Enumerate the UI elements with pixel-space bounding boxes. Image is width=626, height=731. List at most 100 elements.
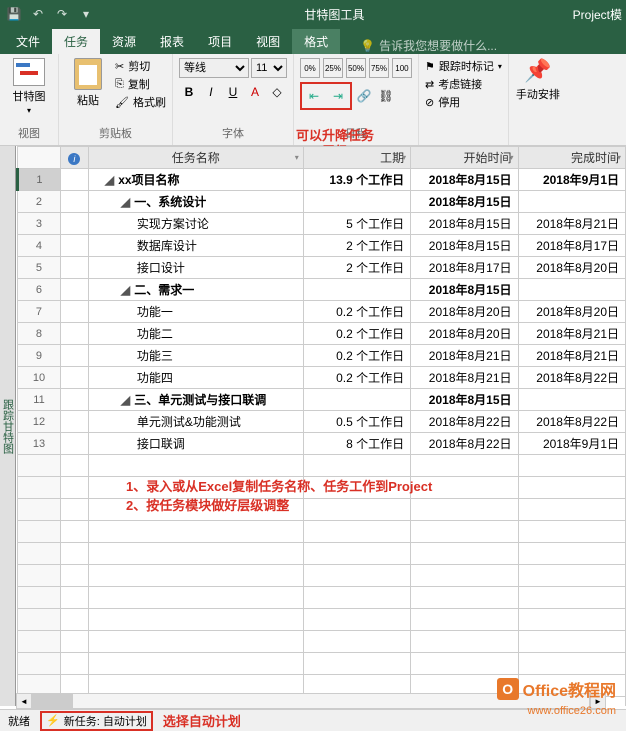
info-cell[interactable] (60, 169, 88, 191)
row-number[interactable]: 7 (18, 301, 61, 323)
start-cell[interactable]: 2018年8月22日 (411, 411, 518, 433)
col-duration[interactable]: 工期▾ (303, 147, 410, 169)
save-icon[interactable]: 💾 (4, 4, 24, 24)
table-row-empty[interactable] (18, 521, 626, 543)
row-number[interactable]: 11 (18, 389, 61, 411)
task-name-cell[interactable]: 功能三 (88, 345, 303, 367)
finish-cell[interactable]: 2018年8月21日 (518, 323, 625, 345)
table-row[interactable]: 12单元测试&功能测试0.5 个工作日2018年8月22日2018年8月22日 (18, 411, 626, 433)
row-number[interactable]: 12 (18, 411, 61, 433)
view-side-label[interactable]: 跟踪甘特图 (0, 146, 16, 706)
row-number[interactable]: 10 (18, 367, 61, 389)
underline-button[interactable]: U (223, 82, 243, 102)
tab-resource[interactable]: 资源 (100, 29, 148, 54)
table-row-empty[interactable] (18, 609, 626, 631)
duration-cell[interactable]: 0.2 个工作日 (303, 367, 410, 389)
start-cell[interactable]: 2018年8月15日 (411, 235, 518, 257)
duration-cell[interactable]: 0.2 个工作日 (303, 323, 410, 345)
finish-cell[interactable]: 2018年8月21日 (518, 213, 625, 235)
start-cell[interactable]: 2018年8月15日 (411, 191, 518, 213)
task-name-cell[interactable]: 功能一 (88, 301, 303, 323)
start-cell[interactable]: 2018年8月20日 (411, 323, 518, 345)
row-number[interactable]: 1 (18, 169, 61, 191)
row-number[interactable]: 13 (18, 433, 61, 455)
info-cell[interactable] (60, 367, 88, 389)
start-cell[interactable]: 2018年8月20日 (411, 301, 518, 323)
table-row[interactable]: 10功能四0.2 个工作日2018年8月21日2018年8月22日 (18, 367, 626, 389)
table-row[interactable]: 5接口设计2 个工作日2018年8月17日2018年8月20日 (18, 257, 626, 279)
table-row[interactable]: 2◢ 一、系统设计2018年8月15日 (18, 191, 626, 213)
tab-project[interactable]: 项目 (196, 29, 244, 54)
table-row[interactable]: 11 ◢ 三、单元测试与接口联调 2018年8月15日 (18, 389, 626, 411)
duration-cell[interactable]: 0.2 个工作日 (303, 301, 410, 323)
duration-cell[interactable] (303, 279, 410, 301)
info-cell[interactable] (60, 257, 88, 279)
start-cell[interactable]: 2018年8月21日 (411, 345, 518, 367)
dropdown-icon[interactable]: ▾ (295, 153, 299, 162)
task-name-cell[interactable]: 实现方案讨论 (88, 213, 303, 235)
duration-cell[interactable] (303, 389, 410, 411)
duration-cell[interactable] (303, 191, 410, 213)
start-cell[interactable]: 2018年8月21日 (411, 367, 518, 389)
info-cell[interactable] (60, 213, 88, 235)
tab-file[interactable]: 文件 (4, 29, 52, 54)
duration-cell[interactable]: 0.2 个工作日 (303, 345, 410, 367)
info-cell[interactable] (60, 279, 88, 301)
finish-cell[interactable]: 2018年8月20日 (518, 301, 625, 323)
italic-button[interactable]: I (201, 82, 221, 102)
task-name-cell[interactable]: 接口设计 (88, 257, 303, 279)
task-name-cell[interactable]: 接口联调 (88, 433, 303, 455)
row-number[interactable]: 9 (18, 345, 61, 367)
col-start[interactable]: 开始时间▾ (411, 147, 518, 169)
finish-cell[interactable]: 2018年8月22日 (518, 411, 625, 433)
col-name[interactable]: 任务名称▾ (88, 147, 303, 169)
finish-cell[interactable]: 2018年8月20日 (518, 257, 625, 279)
tab-report[interactable]: 报表 (148, 29, 196, 54)
table-row-empty[interactable] (18, 543, 626, 565)
fill-color-button[interactable]: ◇ (267, 82, 287, 102)
duration-cell[interactable]: 5 个工作日 (303, 213, 410, 235)
collapse-icon[interactable]: ◢ (105, 173, 115, 187)
row-number[interactable]: 6 (18, 279, 61, 301)
new-task-mode[interactable]: ⚡ 新任务: 自动计划 (40, 711, 153, 731)
info-cell[interactable] (60, 301, 88, 323)
finish-cell[interactable]: 2018年9月1日 (518, 433, 625, 455)
task-name-cell[interactable]: ◢ 二、需求一 (88, 279, 303, 301)
respect-links-button[interactable]: ⇄考虑链接 (425, 76, 502, 92)
finish-cell[interactable] (518, 279, 625, 301)
tell-me-search[interactable]: 💡 告诉我您想要做什么... (360, 37, 497, 54)
duration-cell[interactable]: 2 个工作日 (303, 257, 410, 279)
indent-button[interactable]: ⇥ (328, 86, 348, 106)
col-info[interactable]: i (60, 147, 88, 169)
duration-cell[interactable]: 2 个工作日 (303, 235, 410, 257)
copy-button[interactable]: ⎘复制 (115, 76, 166, 92)
col-finish[interactable]: 完成时间▾ (518, 147, 625, 169)
start-cell[interactable]: 2018年8月15日 (411, 389, 518, 411)
qat-more-icon[interactable]: ▾ (76, 4, 96, 24)
select-all-cell[interactable] (18, 147, 61, 169)
progress-100-button[interactable]: 100 (392, 58, 412, 78)
dropdown-icon[interactable]: ▾ (510, 153, 514, 162)
table-row[interactable]: 9功能三0.2 个工作日2018年8月21日2018年8月21日 (18, 345, 626, 367)
table-row[interactable]: 1◢ xx项目名称13.9 个工作日2018年8月15日2018年9月1日 (18, 169, 626, 191)
info-cell[interactable] (60, 389, 88, 411)
task-name-cell[interactable]: ◢ 三、单元测试与接口联调 (88, 389, 303, 411)
collapse-icon[interactable]: ◢ (121, 283, 131, 297)
finish-cell[interactable]: 2018年8月17日 (518, 235, 625, 257)
start-cell[interactable]: 2018年8月15日 (411, 279, 518, 301)
table-row-empty[interactable] (18, 653, 626, 675)
bold-button[interactable]: B (179, 82, 199, 102)
row-number[interactable]: 3 (18, 213, 61, 235)
progress-50-button[interactable]: 50% (346, 58, 366, 78)
table-row-empty[interactable] (18, 587, 626, 609)
outdent-button[interactable]: ⇤ (304, 86, 324, 106)
info-cell[interactable] (60, 411, 88, 433)
finish-cell[interactable] (518, 389, 625, 411)
table-row[interactable]: 6 ◢ 二、需求一 2018年8月15日 (18, 279, 626, 301)
progress-25-button[interactable]: 25% (323, 58, 343, 78)
font-family-select[interactable]: 等线 (179, 58, 249, 78)
track-button[interactable]: ⚑跟踪时标记▾ (425, 58, 502, 74)
format-painter-button[interactable]: 🖌格式刷 (115, 94, 166, 110)
table-row[interactable]: 13接口联调8 个工作日2018年8月22日2018年9月1日 (18, 433, 626, 455)
row-number[interactable]: 5 (18, 257, 61, 279)
